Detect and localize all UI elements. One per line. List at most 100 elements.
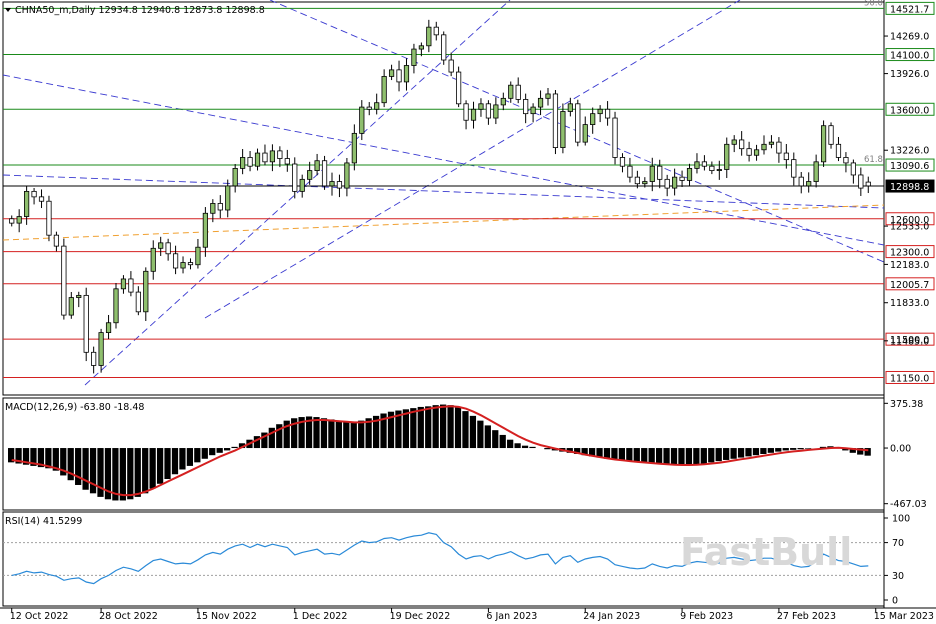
candle	[567, 103, 573, 112]
level-label: 14521.7	[890, 4, 929, 15]
candle	[9, 218, 15, 224]
candle	[351, 132, 357, 164]
candle	[791, 159, 797, 178]
macd-bar	[335, 420, 342, 449]
macd-bar	[507, 439, 514, 449]
candle	[441, 34, 447, 61]
candle	[545, 93, 551, 99]
x-tick-label: 12 Oct 2022	[10, 611, 69, 622]
macd-bar	[477, 420, 484, 449]
macd-bar	[142, 448, 149, 494]
candle	[783, 152, 789, 161]
candle	[46, 200, 52, 236]
macd-bar	[82, 448, 89, 490]
candle	[225, 185, 231, 211]
level-label: 13090.6	[890, 161, 929, 172]
macd-bar	[737, 448, 745, 458]
price-tick-label: 13926.0	[890, 69, 929, 80]
candle	[470, 108, 477, 121]
candle	[91, 351, 97, 366]
candle	[232, 167, 238, 187]
candle	[344, 162, 350, 189]
candle	[724, 143, 730, 170]
macd-bar	[224, 448, 231, 451]
level-label: 12898.8	[890, 182, 929, 193]
candle	[158, 242, 164, 249]
candle	[828, 125, 834, 145]
macd-bar	[425, 406, 432, 449]
x-tick-label: 24 Jan 2023	[583, 611, 640, 622]
symbol-line: CHNA50_m,Daily 12934.8 12940.8 12873.8 1…	[15, 5, 265, 16]
macd-bar	[343, 421, 350, 449]
candle	[686, 167, 693, 181]
macd-bar	[715, 448, 722, 462]
macd-bar	[618, 448, 626, 461]
candle	[530, 106, 536, 115]
candle	[247, 157, 253, 167]
macd-bar	[417, 406, 424, 449]
candle	[396, 69, 402, 83]
x-tick-label: 27 Feb 2023	[777, 611, 836, 622]
x-tick-label: 15 Mar 2023	[874, 611, 934, 622]
candle	[314, 160, 320, 171]
macd-bar	[678, 448, 685, 465]
macd-bar	[521, 445, 529, 449]
macd-bar	[775, 448, 782, 452]
macd-tick-label: 0.00	[890, 444, 911, 455]
macd-bar	[648, 448, 655, 463]
candle	[105, 322, 112, 334]
candle	[634, 176, 640, 185]
level-label: 14100.0	[890, 51, 929, 62]
candle	[165, 242, 171, 255]
x-tick-label: 28 Oct 2022	[99, 611, 158, 622]
candle	[31, 190, 37, 198]
candle	[478, 103, 484, 110]
candle	[262, 152, 268, 163]
candle	[61, 245, 67, 316]
macd-bar	[656, 448, 663, 464]
candle	[38, 196, 45, 202]
candle	[508, 84, 514, 99]
macd-bar	[119, 448, 126, 501]
candle	[187, 262, 194, 266]
candle	[865, 181, 871, 187]
price-tick-label: 11485.0	[890, 336, 929, 347]
candle	[537, 97, 544, 108]
macd-title: MACD(12,26,9) -63.80 -18.48	[5, 402, 144, 413]
macd-bar	[484, 425, 491, 449]
macd-bar	[320, 418, 328, 449]
candle	[649, 165, 655, 182]
rsi-tick-label: 0	[892, 596, 898, 607]
candle	[180, 262, 186, 269]
candle	[523, 99, 529, 115]
macd-bar	[700, 448, 707, 464]
x-tick-label: 19 Dec 2022	[390, 611, 451, 622]
macd-bar	[328, 419, 335, 449]
candle	[709, 165, 715, 171]
candle	[418, 45, 424, 50]
candle	[806, 181, 812, 187]
x-tick-label: 6 Jan 2023	[486, 611, 537, 622]
macd-bar	[641, 448, 648, 463]
candle	[135, 291, 141, 313]
candle	[83, 294, 89, 353]
macd-bar	[782, 448, 789, 451]
candle	[560, 111, 566, 148]
watermark-text: FastBull	[680, 530, 852, 574]
macd-bar	[447, 405, 454, 449]
candle	[128, 278, 134, 293]
macd-bar	[201, 448, 208, 459]
candle	[321, 160, 328, 187]
candle	[820, 125, 827, 163]
fib-label: 50.0	[864, 0, 883, 8]
candle	[374, 102, 380, 110]
price-tick-label: 11833.0	[890, 298, 929, 309]
candle	[575, 103, 581, 143]
rsi-title: RSI(14) 41.5299	[5, 516, 82, 527]
candle	[381, 76, 387, 104]
macd-bar	[760, 448, 767, 454]
candle	[746, 148, 752, 156]
candle	[98, 332, 104, 366]
rsi-tick-label: 70	[892, 538, 904, 549]
macd-bar	[797, 448, 804, 450]
